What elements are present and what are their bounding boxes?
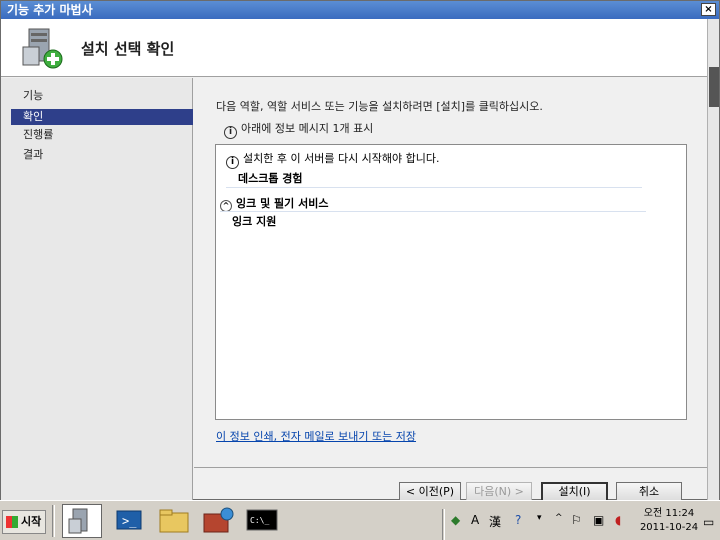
folder-icon [159, 509, 189, 533]
volume-muted-icon[interactable]: ◖ [615, 513, 621, 527]
help-icon[interactable]: ? [515, 513, 521, 527]
taskbar: 시작 >_ C:\_ ◆ A 漢 ? ▾ ^ ⚐ ▣ ◖ 오전 11:24 20… [0, 500, 720, 540]
server-manager-taskbar-button[interactable] [62, 504, 102, 538]
ime-mode[interactable]: A [471, 513, 479, 527]
cancel-button[interactable]: 취소 [616, 482, 682, 502]
tray-separator [442, 509, 445, 540]
info-summary: i 아래에 정보 메시지 1개 표시 [224, 120, 373, 139]
divider [226, 187, 642, 188]
intro-text: 다음 역할, 역할 서비스 또는 기능을 설치하려면 [설치]를 클릭하십시오. [216, 100, 543, 113]
step-features[interactable]: 기능 [11, 88, 193, 104]
windows-logo-icon [6, 516, 18, 528]
print-email-save-link[interactable]: 이 정보 인쇄, 전자 메일로 보내기 또는 저장 [216, 428, 416, 444]
wizard-window: 기능 추가 마법사 × 설치 선택 확인 기능 확인 진행률 결과 다음 역할,… [0, 0, 720, 502]
content-pane: 다음 역할, 역할 서비스 또는 기능을 설치하려면 [설치]를 클릭하십시오.… [194, 78, 707, 468]
scrollbar[interactable] [707, 19, 719, 501]
footer-divider [194, 467, 707, 468]
svg-text:>_: >_ [122, 514, 137, 528]
window-title: 기능 추가 마법사 [7, 3, 93, 17]
info-icon: i [224, 126, 237, 139]
firewall-taskbar-button[interactable] [199, 504, 239, 538]
wizard-steps: 기능 확인 진행률 결과 [1, 78, 193, 501]
feature-group-ink[interactable]: ^ 잉크 및 필기 서비스 [220, 195, 328, 212]
network-icon[interactable]: ▣ [593, 513, 604, 527]
taskbar-separator [52, 505, 55, 537]
selection-list[interactable]: i 설치한 후 이 서버를 다시 시작해야 합니다. 데스크톱 경험 ^ 잉크 및 … [215, 144, 687, 420]
restart-notice: i 설치한 후 이 서버를 다시 시작해야 합니다. [226, 150, 440, 169]
action-center-flag-icon[interactable]: ⚐ [571, 513, 582, 527]
step-confirm[interactable]: 확인 [11, 109, 193, 125]
server-manager-icon [68, 508, 88, 534]
system-tray: ◆ A 漢 ? ▾ ^ ⚐ ▣ ◖ 오전 11:24 2011-10-24 ▭ [442, 505, 720, 540]
clock-time: 오전 11:24 [643, 508, 695, 519]
powershell-taskbar-button[interactable]: >_ [110, 504, 150, 538]
ime-options-icon[interactable]: ▾ [537, 513, 542, 523]
title-bar[interactable]: 기능 추가 마법사 × [1, 1, 719, 19]
powershell-icon: >_ [116, 510, 142, 530]
show-hidden-icons-icon[interactable]: ^ [555, 513, 563, 523]
scrollbar-thumb[interactable] [709, 67, 719, 107]
clock[interactable]: 오전 11:24 2011-10-24 [639, 507, 699, 535]
feature-desktop-experience: 데스크톱 경험 [238, 172, 303, 185]
step-results[interactable]: 결과 [11, 147, 193, 163]
firewall-icon [203, 507, 234, 533]
install-button[interactable]: 설치(I) [541, 482, 608, 502]
command-prompt-icon: C:\_ [246, 509, 278, 531]
info-summary-label: 아래에 정보 메시지 1개 표시 [241, 122, 374, 135]
clock-date: 2011-10-24 [639, 522, 699, 533]
divider [220, 211, 646, 212]
start-button[interactable]: 시작 [2, 510, 46, 534]
restart-notice-label: 설치한 후 이 서버를 다시 시작해야 합니다. [243, 152, 440, 165]
language-bar-icon[interactable]: ◆ [451, 513, 460, 527]
info-icon: i [226, 156, 239, 169]
svg-text:C:\_: C:\_ [250, 516, 269, 525]
explorer-taskbar-button[interactable] [155, 504, 195, 538]
hanja-mode[interactable]: 漢 [489, 513, 501, 530]
show-desktop-icon[interactable]: ▭ [703, 515, 714, 529]
page-title: 설치 선택 확인 [81, 40, 175, 58]
step-progress[interactable]: 진행률 [11, 127, 193, 143]
command-prompt-taskbar-button[interactable]: C:\_ [243, 504, 283, 538]
server-add-icon [22, 28, 63, 69]
previous-button[interactable]: < 이전(P) [399, 482, 461, 502]
next-button[interactable]: 다음(N) > [466, 482, 532, 502]
close-button[interactable]: × [701, 3, 716, 16]
feature-group-label: 잉크 및 필기 서비스 [236, 197, 329, 210]
wizard-header: 설치 선택 확인 [1, 19, 707, 77]
feature-ink-support: 잉크 지원 [232, 215, 277, 228]
start-label: 시작 [21, 515, 42, 528]
